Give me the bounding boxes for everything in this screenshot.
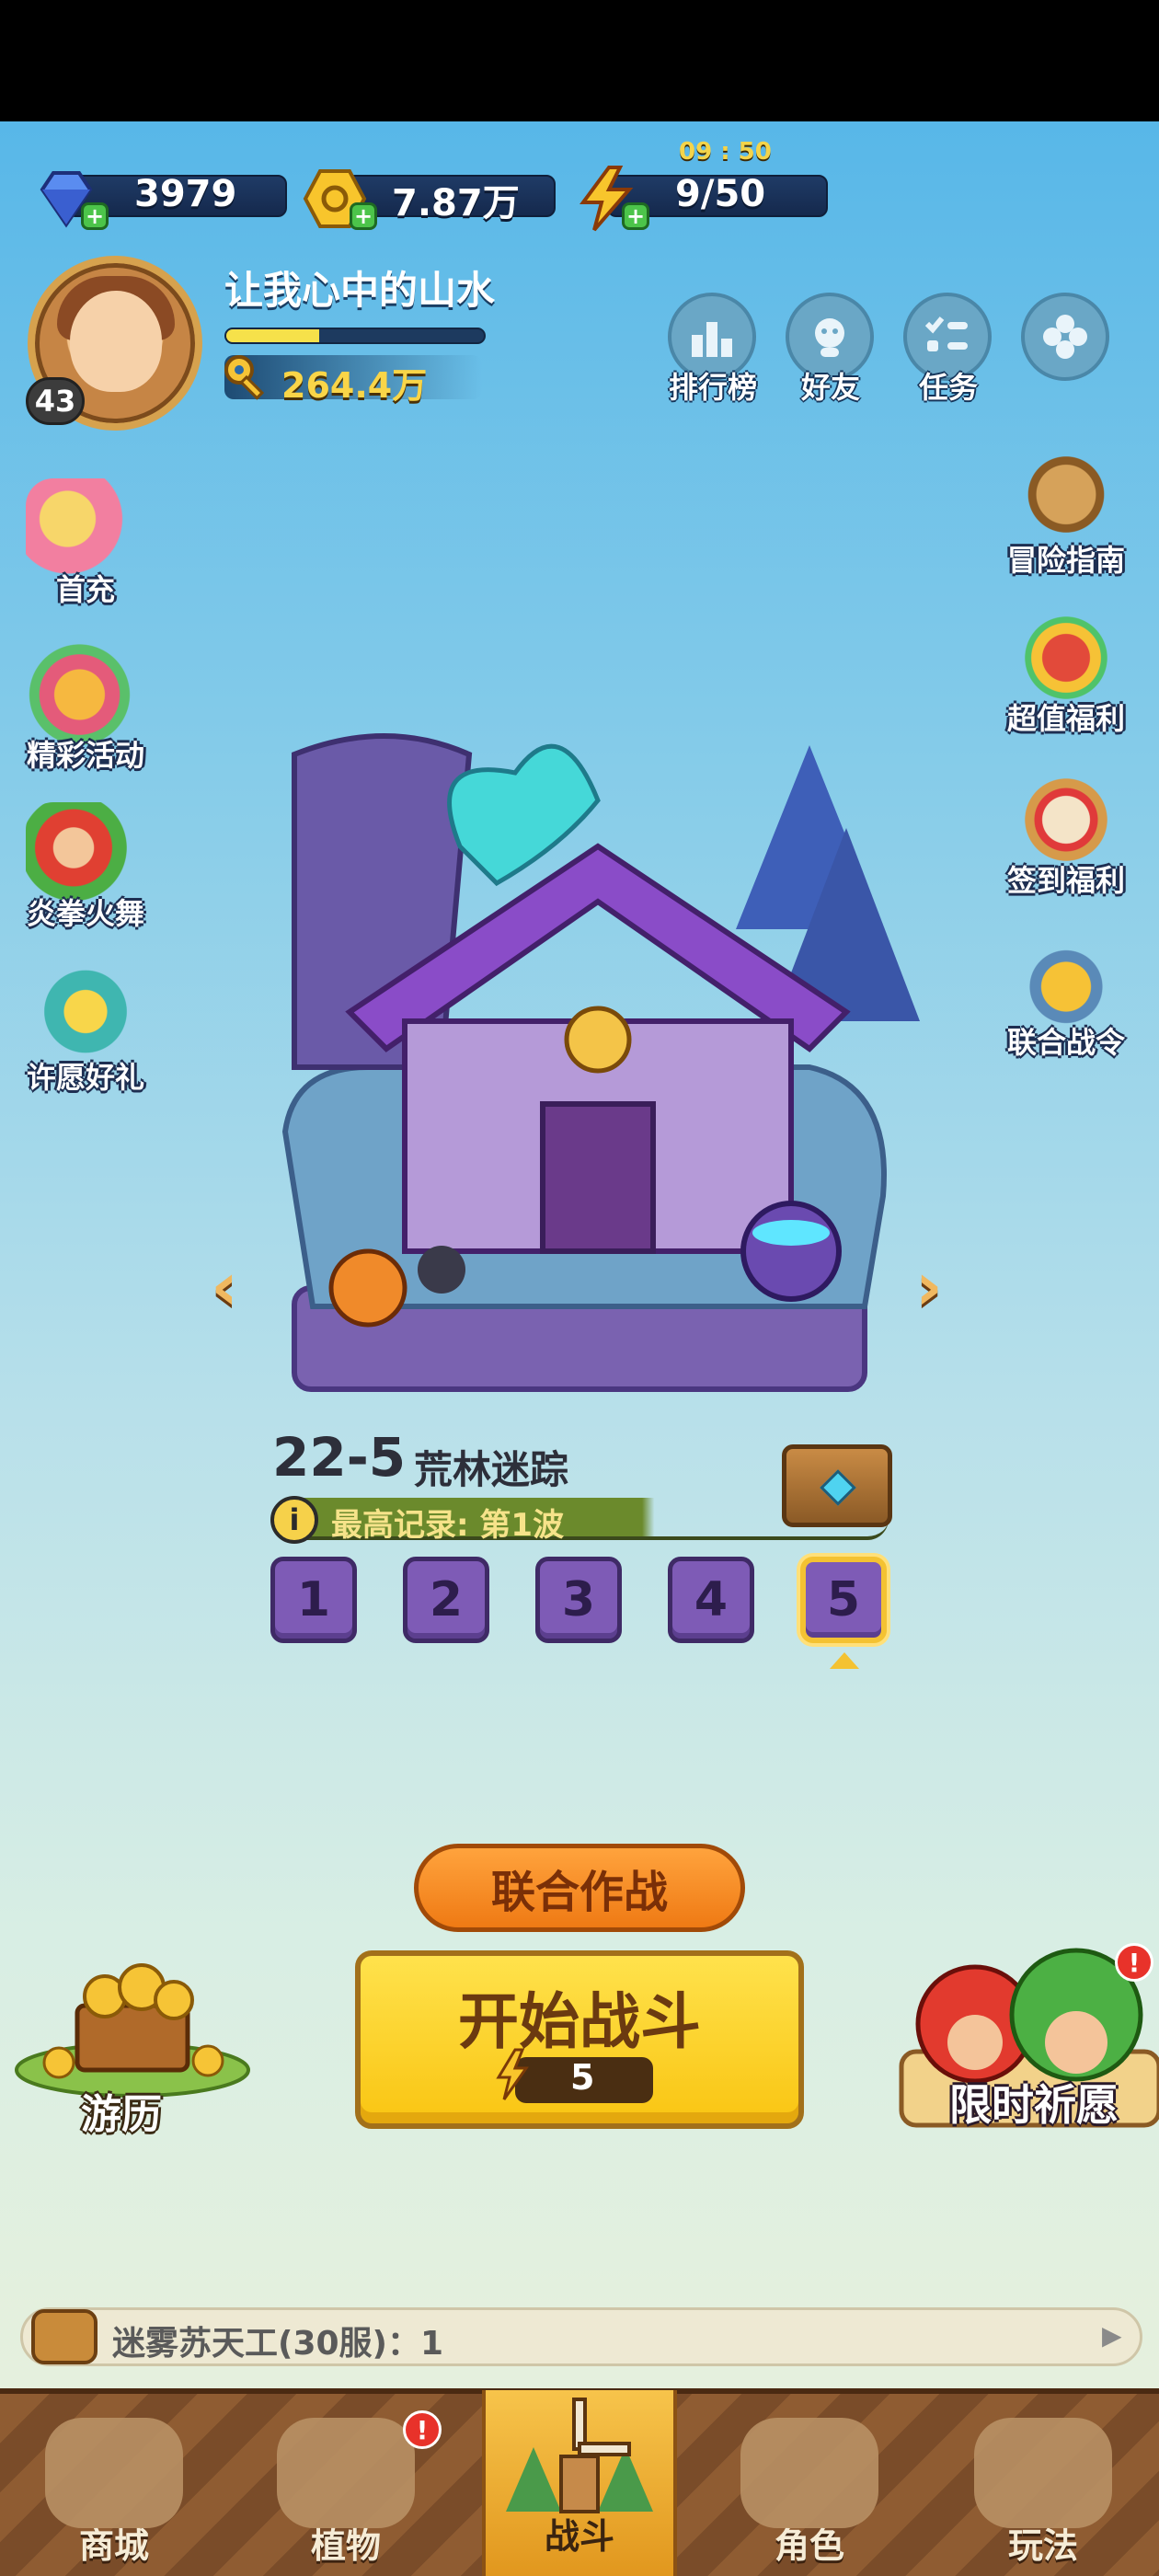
plant-icon [277, 2418, 415, 2528]
coop-battle-button[interactable]: 联合作战 [414, 1844, 745, 1932]
wave-2-button[interactable]: 2 [403, 1557, 489, 1643]
treasure-pile-icon[interactable] [13, 1960, 252, 2098]
wish-gift-label: 许愿好礼 [26, 1060, 144, 1095]
wave-1-button[interactable]: 1 [270, 1557, 357, 1643]
player-level: 43 [26, 377, 85, 425]
stage-name: 荒林迷踪 [414, 1447, 569, 1492]
alert-badge-icon: ! [1115, 1943, 1153, 1982]
player-name: 让我心中的山水 [224, 268, 496, 313]
first-charge-button[interactable]: 首充 [7, 478, 164, 609]
fire-fist-art [26, 802, 145, 903]
add-coins-icon[interactable]: + [350, 202, 377, 230]
more-button[interactable] [1021, 293, 1109, 381]
energy-counter[interactable]: + 9/50 [574, 166, 832, 232]
gem-amount: 3979 [134, 173, 237, 215]
ranking-label: 排行榜 [668, 370, 757, 405]
energy-cost: 5 [570, 2057, 595, 2098]
chat-bubble-icon [31, 2309, 98, 2364]
fire-fist-label: 炎拳火舞 [26, 896, 144, 931]
energy-amount: 9/50 [675, 173, 766, 215]
book-icon [1006, 449, 1126, 550]
wave-4-button[interactable]: 4 [668, 1557, 754, 1643]
gameplay-icon [974, 2418, 1112, 2528]
coin-counter[interactable]: + 7.87万 [302, 166, 559, 230]
travel-label: 游历 [81, 2091, 162, 2138]
wish-gift-button[interactable]: 许愿好礼 [7, 966, 164, 1097]
prev-stage-arrow[interactable]: ‹ [197, 1248, 252, 1325]
value-welfare-label: 超值福利 [1006, 701, 1125, 736]
signin-welfare-label: 签到福利 [1006, 863, 1125, 898]
windmill-icon [506, 2398, 653, 2513]
power-value: 264.4万 [281, 365, 428, 406]
chest-gem [820, 1469, 856, 1506]
stage-code: 22-5 [272, 1426, 407, 1489]
wish-gift-art [26, 966, 145, 1067]
calendar-icon [1006, 769, 1126, 870]
coin-amount: 7.87万 [392, 182, 520, 224]
first-charge-art [26, 478, 145, 580]
start-battle-label: 开始战斗 [458, 1986, 701, 2057]
limited-wish-label: 限时祈愿 [949, 2080, 1119, 2130]
stage-island-art [281, 733, 920, 1392]
guide-label: 冒险指南 [1006, 543, 1125, 578]
battle-pass-label: 联合战令 [1006, 1025, 1125, 1060]
value-welfare-button[interactable]: 超值福利 [988, 607, 1144, 738]
best-record: 最高记录: 第1波 [331, 1507, 565, 1544]
gem-counter[interactable]: + 3979 [33, 166, 291, 230]
status-bar [0, 0, 1159, 121]
battle-pass-button[interactable]: 联合战令 [988, 931, 1144, 1062]
friends-label: 好友 [800, 370, 860, 405]
key-icon [224, 355, 265, 400]
wave-5-button[interactable]: 5 [800, 1557, 887, 1643]
xp-bar [224, 328, 486, 344]
battle-pass-art [1006, 931, 1126, 1032]
plants-alert-badge-icon: ! [403, 2410, 442, 2449]
guide-button[interactable]: 冒险指南 [988, 449, 1144, 580]
events-label: 精彩活动 [26, 738, 144, 773]
events-button[interactable]: 精彩活动 [7, 644, 164, 775]
first-charge-label: 首充 [55, 572, 115, 607]
nav-shop[interactable]: 商城 [31, 2398, 197, 2572]
signin-welfare-button[interactable]: 签到福利 [988, 769, 1144, 900]
shop-icon [45, 2418, 183, 2528]
value-welfare-art [1006, 607, 1126, 708]
chat-message: 迷雾苏天工(30服)：1 [112, 2325, 444, 2363]
nav-gameplay[interactable]: 玩法 [960, 2398, 1126, 2572]
treasure-chest-icon[interactable] [782, 1444, 892, 1527]
nav-battle[interactable]: 战斗 [497, 2392, 662, 2567]
info-icon: i [270, 1496, 318, 1544]
add-gems-icon[interactable]: + [81, 202, 109, 230]
wave-3-button[interactable]: 3 [535, 1557, 622, 1643]
tasks-label: 任务 [918, 370, 978, 405]
add-energy-icon[interactable]: + [622, 202, 649, 230]
fire-fist-button[interactable]: 炎拳火舞 [7, 802, 164, 933]
lightning-icon [496, 2048, 529, 2100]
character-icon [740, 2418, 878, 2528]
next-stage-arrow[interactable]: › [901, 1248, 957, 1325]
play-arrow-icon[interactable]: ▶ [1102, 2320, 1122, 2351]
xp-fill [226, 329, 319, 342]
avatar-face [70, 291, 162, 392]
energy-timer: 09 : 50 [679, 138, 772, 166]
nav-character[interactable]: 角色 [727, 2398, 892, 2572]
selected-wave-caret [830, 1652, 859, 1669]
clover-icon [1021, 293, 1109, 381]
events-art [26, 644, 145, 745]
